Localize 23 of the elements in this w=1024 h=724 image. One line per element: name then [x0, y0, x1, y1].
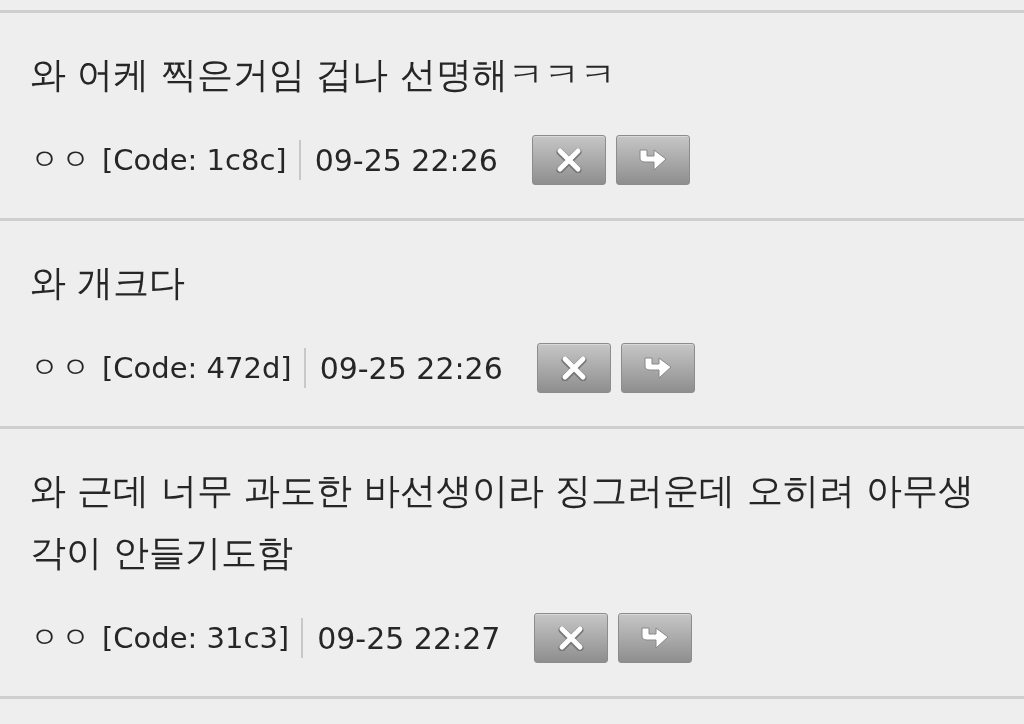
comment-text: 와 근데 너무 과도한 바선생이라 징그러운데 오히려 아무생각이 안들기도함 — [30, 469, 976, 575]
reply-button[interactable] — [615, 135, 690, 185]
reply-arrow-icon — [636, 147, 669, 173]
comment-author: ㅇㅇ — [30, 619, 92, 656]
close-icon — [559, 355, 588, 381]
author-code: [Code: 31c3] — [102, 621, 290, 655]
close-icon — [557, 625, 586, 651]
comment-time: 09-25 22:26 — [314, 142, 498, 178]
delete-button[interactable] — [531, 135, 606, 185]
comment-time: 09-25 22:27 — [317, 620, 501, 656]
delete-button[interactable] — [534, 613, 609, 663]
close-icon — [554, 147, 583, 173]
author-code: [Code: 1c8c] — [102, 143, 287, 177]
reply-arrow-icon — [641, 355, 674, 381]
comment-time: 09-25 22:26 — [319, 350, 503, 386]
comment-author: ㅇㅇ — [30, 141, 92, 178]
comment-author: ㅇㅇ — [30, 349, 92, 386]
author-code: [Code: 472d] — [102, 351, 292, 385]
delete-button[interactable] — [536, 343, 611, 393]
comment-text: 와 개크다 — [30, 261, 187, 305]
reply-button[interactable] — [620, 343, 695, 393]
comment-text: 와 어케 찍은거임 겁나 선명해ㅋㅋㅋ — [30, 53, 617, 97]
reply-button[interactable] — [618, 613, 693, 663]
